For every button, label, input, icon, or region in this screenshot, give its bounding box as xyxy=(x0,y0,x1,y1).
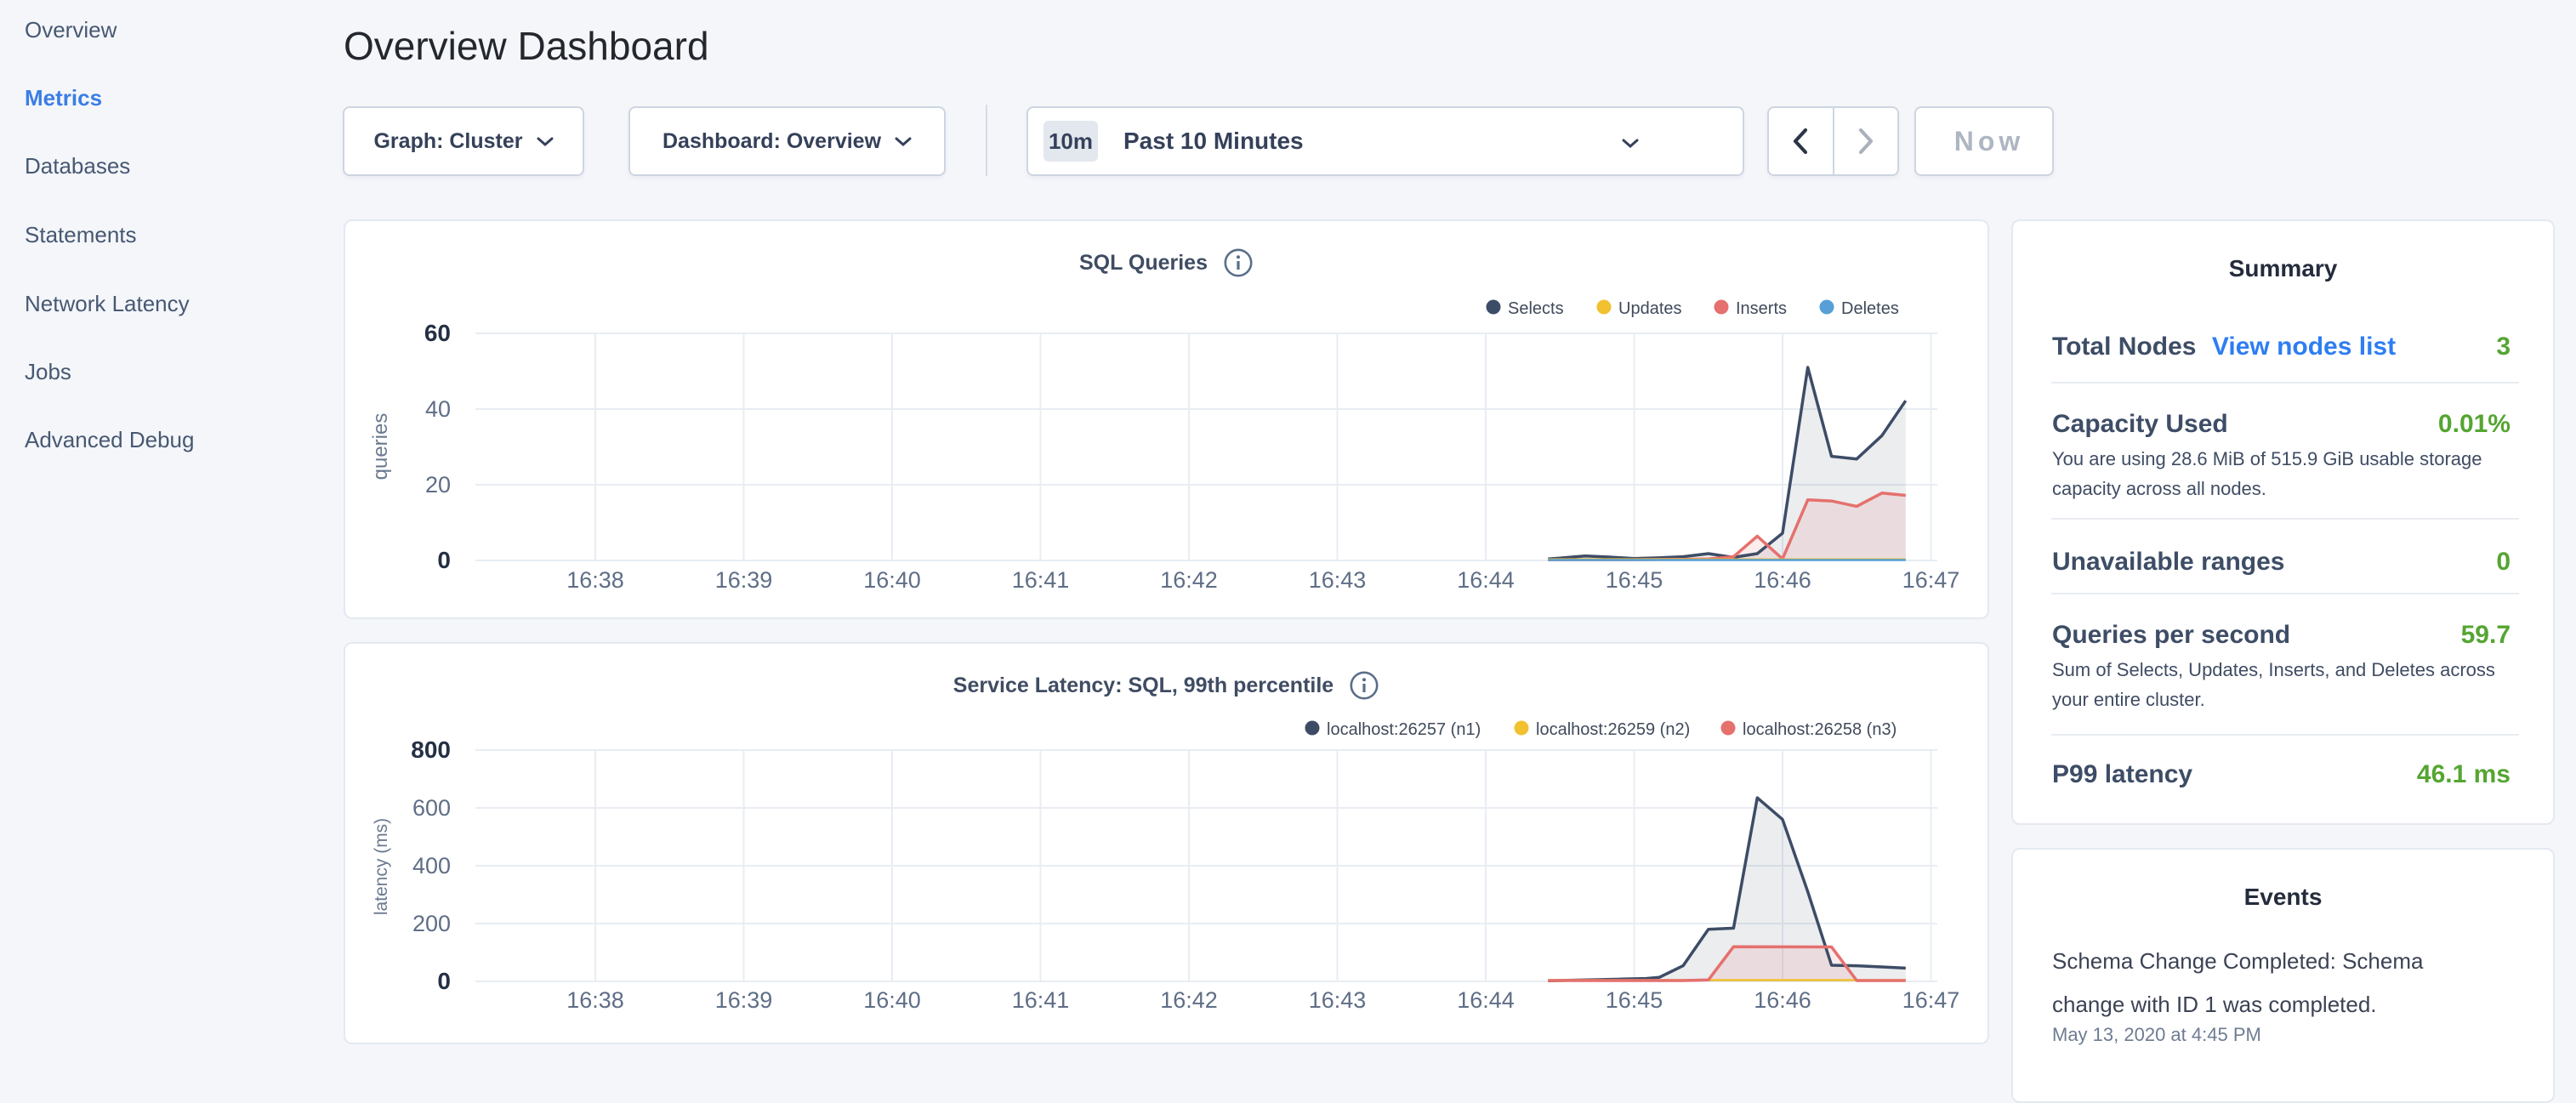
svg-text:16:47: 16:47 xyxy=(1902,567,1960,593)
svg-text:16:38: 16:38 xyxy=(566,987,624,1013)
svg-text:800: 800 xyxy=(411,736,451,763)
svg-text:16:47: 16:47 xyxy=(1902,987,1960,1013)
svg-text:40: 40 xyxy=(425,396,451,422)
svg-text:60: 60 xyxy=(424,320,451,346)
svg-text:600: 600 xyxy=(412,795,451,821)
svg-text:16:44: 16:44 xyxy=(1457,987,1515,1013)
svg-text:16:40: 16:40 xyxy=(863,987,921,1013)
svg-text:16:41: 16:41 xyxy=(1012,987,1070,1013)
svg-text:0: 0 xyxy=(437,968,451,994)
svg-text:Deletes: Deletes xyxy=(1841,299,1899,318)
svg-text:Updates: Updates xyxy=(1618,299,1682,318)
svg-text:localhost:26257 (n1): localhost:26257 (n1) xyxy=(1327,720,1481,739)
svg-text:16:39: 16:39 xyxy=(715,567,773,593)
svg-text:latency (ms): latency (ms) xyxy=(372,818,391,915)
svg-text:16:41: 16:41 xyxy=(1012,567,1070,593)
svg-text:localhost:26258 (n3): localhost:26258 (n3) xyxy=(1743,720,1896,739)
svg-text:16:43: 16:43 xyxy=(1309,987,1367,1013)
svg-text:16:45: 16:45 xyxy=(1606,987,1663,1013)
svg-text:200: 200 xyxy=(412,911,451,936)
svg-text:16:42: 16:42 xyxy=(1160,987,1218,1013)
svg-text:16:45: 16:45 xyxy=(1606,567,1663,593)
svg-text:Inserts: Inserts xyxy=(1736,299,1787,318)
svg-text:Selects: Selects xyxy=(1508,299,1564,318)
svg-text:16:44: 16:44 xyxy=(1457,567,1515,593)
svg-text:localhost:26259 (n2): localhost:26259 (n2) xyxy=(1536,720,1690,739)
svg-text:16:40: 16:40 xyxy=(863,567,921,593)
svg-text:0: 0 xyxy=(437,547,451,573)
svg-text:queries: queries xyxy=(369,413,392,480)
svg-text:16:46: 16:46 xyxy=(1754,567,1811,593)
svg-text:20: 20 xyxy=(425,472,451,497)
svg-text:16:46: 16:46 xyxy=(1754,987,1811,1013)
svg-text:16:42: 16:42 xyxy=(1160,567,1218,593)
svg-text:16:38: 16:38 xyxy=(566,567,624,593)
svg-text:400: 400 xyxy=(412,853,451,878)
svg-text:16:43: 16:43 xyxy=(1309,567,1367,593)
svg-text:16:39: 16:39 xyxy=(715,987,773,1013)
